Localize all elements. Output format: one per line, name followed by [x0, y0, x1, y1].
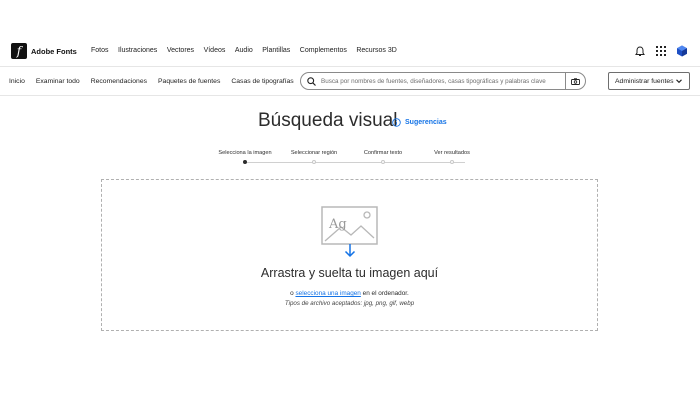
top-nav-recursos-3d[interactable]: Recursos 3D: [356, 47, 396, 54]
info-icon: [392, 118, 401, 127]
top-nav-complementos[interactable]: Complementos: [300, 47, 347, 54]
search-input[interactable]: Busca por nombres de fuentes, diseñadore…: [300, 72, 586, 90]
stepper-track: [245, 162, 465, 163]
sub-nav-inicio[interactable]: Inicio: [9, 78, 25, 85]
suggestions-label: Sugerencias: [405, 119, 447, 126]
top-nav-audio[interactable]: Audio: [235, 47, 253, 54]
apps-grid-icon[interactable]: [655, 45, 667, 57]
step-3-label: Confirmar texto: [363, 150, 403, 156]
top-nav-ilustraciones[interactable]: Ilustraciones: [118, 47, 157, 54]
dropzone-suffix: en el ordenador.: [362, 290, 409, 297]
search-icon: [307, 76, 316, 86]
accepted-formats: Tipos de archivo aceptados: jpg, png, gi…: [284, 300, 415, 307]
step-3-dot: [381, 160, 385, 164]
search-placeholder: Busca por nombres de fuentes, diseñadore…: [321, 77, 546, 85]
brand[interactable]: f Adobe Fonts: [11, 43, 77, 59]
brand-name: Adobe Fonts: [31, 46, 77, 56]
top-nav-fotos[interactable]: Fotos: [91, 47, 109, 54]
camera-search-button[interactable]: [565, 73, 585, 89]
top-nav: Fotos Ilustraciones Vectores Vídeos Audi…: [91, 47, 406, 54]
ag-glyph: Ag: [328, 217, 347, 232]
suggestions-link[interactable]: Sugerencias: [392, 118, 447, 127]
profile-cube-icon[interactable]: [676, 45, 688, 57]
top-nav-plantillas[interactable]: Plantillas: [262, 47, 290, 54]
step-1-label: Selecciona la imagen: [218, 150, 272, 156]
sub-nav-recomendaciones[interactable]: Recomendaciones: [91, 78, 147, 85]
step-4-label: Ver resultados: [434, 150, 470, 156]
sub-nav-examinar-todo[interactable]: Examinar todo: [36, 78, 80, 85]
adobe-fonts-logo-icon: f: [11, 43, 27, 59]
sub-nav-paquetes[interactable]: Paquetes de fuentes: [158, 78, 220, 85]
top-nav-vectores[interactable]: Vectores: [167, 47, 194, 54]
top-icons: [625, 45, 688, 57]
step-2-label: Seleccionar región: [290, 150, 338, 156]
dropzone-instructions: o selecciona una imagen en el ordenador.: [102, 290, 597, 297]
dropzone-title: Arrastra y suelta tu imagen aquí: [260, 266, 439, 280]
chevron-down-icon: [676, 79, 682, 84]
top-bar: f Adobe Fonts Fotos Ilustraciones Vector…: [0, 0, 700, 66]
step-2-dot: [312, 160, 316, 164]
page-title: Búsqueda visual: [258, 110, 398, 131]
dropzone-prefix: o: [290, 290, 294, 297]
sub-nav-casas[interactable]: Casas de tipografías: [231, 78, 293, 85]
camera-icon: [571, 77, 580, 85]
manage-fonts-label: Administrar fuentes: [615, 77, 674, 85]
image-upload-icon: Ag: [321, 206, 378, 258]
top-nav-videos[interactable]: Vídeos: [204, 47, 226, 54]
bell-icon[interactable]: [634, 45, 646, 57]
select-image-link[interactable]: selecciona una imagen: [295, 290, 360, 297]
image-dropzone[interactable]: Ag Arrastra y suelta tu imagen aquí o se…: [101, 179, 598, 331]
sub-nav: Inicio Examinar todo Recomendaciones Paq…: [9, 78, 305, 85]
step-4-dot: [450, 160, 454, 164]
step-1-dot: [243, 160, 247, 164]
manage-fonts-dropdown[interactable]: Administrar fuentes: [608, 72, 690, 90]
sub-bar: Inicio Examinar todo Recomendaciones Paq…: [0, 66, 700, 96]
progress-stepper: Selecciona la imagen Seleccionar región …: [215, 150, 485, 166]
